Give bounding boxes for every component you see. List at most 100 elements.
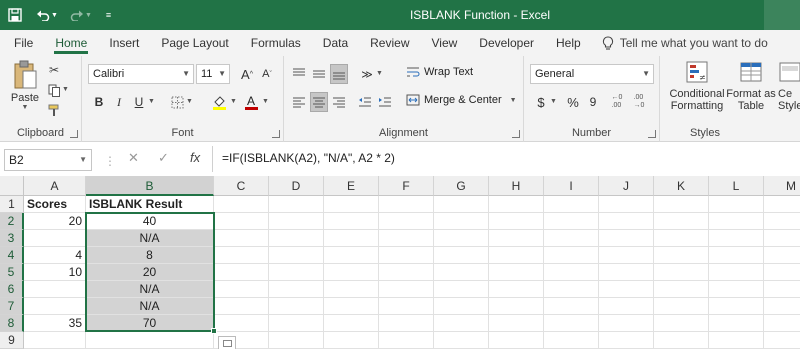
row-header-6[interactable]: 6 (0, 281, 24, 298)
column-header-j[interactable]: J (599, 176, 654, 196)
cell-a4[interactable]: 4 (24, 247, 86, 264)
font-launcher[interactable] (272, 130, 280, 138)
tab-developer[interactable]: Developer (468, 30, 545, 56)
cell-b3[interactable]: N/A (86, 230, 214, 247)
underline-dropdown-icon[interactable]: ▼ (148, 98, 155, 105)
align-middle-icon[interactable] (310, 64, 328, 84)
cell-b2[interactable]: 40 (86, 213, 214, 230)
column-header-d[interactable]: D (269, 176, 324, 196)
empty-grid-area[interactable] (214, 196, 800, 349)
name-box[interactable]: B2 ▼ (4, 149, 92, 171)
tab-data[interactable]: Data (312, 30, 359, 56)
column-header-a[interactable]: A (24, 176, 86, 196)
fill-handle[interactable] (211, 328, 217, 334)
currency-icon[interactable]: $ (532, 92, 550, 112)
row-header-4[interactable]: 4 (0, 247, 24, 264)
clipboard-launcher[interactable] (70, 130, 78, 138)
format-painter-icon[interactable] (46, 102, 62, 118)
tab-review[interactable]: Review (359, 30, 420, 56)
account-button[interactable] (764, 0, 800, 30)
number-launcher[interactable] (648, 130, 656, 138)
formula-input[interactable]: =IF(ISBLANK(A2), "N/A", A2 * 2) (222, 151, 395, 165)
insert-function-icon[interactable]: fx (190, 150, 200, 165)
cell-b6[interactable]: N/A (86, 281, 214, 298)
row-header-1[interactable]: 1 (0, 196, 24, 213)
paste-button[interactable]: Paste ▼ (8, 60, 42, 111)
column-header-l[interactable]: L (709, 176, 764, 196)
cell-b4[interactable]: 8 (86, 247, 214, 264)
borders-icon[interactable] (168, 92, 186, 112)
italic-icon[interactable]: I (110, 92, 128, 112)
font-size-select[interactable]: 11 ▼ (196, 64, 230, 84)
cell-a1[interactable]: Scores (24, 196, 86, 213)
cell-b5[interactable]: 20 (86, 264, 214, 281)
tab-home[interactable]: Home (44, 30, 98, 56)
row-header-8[interactable]: 8 (0, 315, 24, 332)
bold-icon[interactable]: B (90, 92, 108, 112)
cell-a2[interactable]: 20 (24, 213, 86, 230)
font-color-icon[interactable]: A (242, 92, 260, 112)
quick-analysis-icon[interactable] (218, 336, 236, 349)
decrease-decimal-icon[interactable]: .00 →0 (630, 92, 648, 112)
column-header-f[interactable]: F (379, 176, 434, 196)
increase-indent-icon[interactable] (376, 92, 394, 112)
column-header-i[interactable]: I (544, 176, 599, 196)
worksheet-grid[interactable]: A B C D E F G H I J K L M 1 2 3 4 5 6 7 … (0, 176, 800, 349)
tab-formulas[interactable]: Formulas (240, 30, 312, 56)
fill-color-icon[interactable] (210, 92, 228, 112)
increase-font-icon[interactable]: A ^ (238, 64, 256, 84)
cut-icon[interactable]: ✂ (46, 62, 62, 78)
merge-center-button[interactable]: Merge & Center ▼ (406, 94, 517, 106)
tab-file[interactable]: File (0, 30, 44, 56)
currency-dropdown-icon[interactable]: ▼ (550, 98, 557, 105)
align-right-icon[interactable] (330, 92, 348, 112)
number-format-select[interactable]: General ▼ (530, 64, 654, 84)
format-as-table-button[interactable]: Format as Table (726, 60, 776, 112)
cell-b1[interactable]: ISBLANK Result (86, 196, 214, 213)
orientation-dropdown-icon[interactable]: ▼ (376, 70, 383, 77)
number-format-dropdown-icon[interactable]: ▼ (642, 65, 650, 83)
copy-dropdown-icon[interactable]: ▼ (62, 86, 69, 93)
cell-a3[interactable] (24, 230, 86, 247)
column-header-e[interactable]: E (324, 176, 379, 196)
cell-b7[interactable]: N/A (86, 298, 214, 315)
fill-color-dropdown-icon[interactable]: ▼ (230, 98, 237, 105)
tab-insert[interactable]: Insert (98, 30, 150, 56)
row-header-9[interactable]: 9 (0, 332, 24, 349)
cell-a6[interactable] (24, 281, 86, 298)
column-header-g[interactable]: G (434, 176, 489, 196)
comma-style-icon[interactable]: 9 (584, 92, 602, 112)
cell-a9[interactable] (24, 332, 86, 349)
cell-a5[interactable]: 10 (24, 264, 86, 281)
conditional-formatting-button[interactable]: ≠ Conditional Formatting (666, 60, 728, 112)
formula-bar-splitter[interactable]: ⋮ (104, 154, 116, 168)
tab-view[interactable]: View (421, 30, 469, 56)
align-left-icon[interactable] (290, 92, 308, 112)
underline-icon[interactable]: U (130, 92, 148, 112)
row-header-3[interactable]: 3 (0, 230, 24, 247)
column-header-c[interactable]: C (214, 176, 269, 196)
cancel-icon[interactable]: ✕ (128, 150, 139, 166)
wrap-text-button[interactable]: Wrap Text (406, 66, 473, 78)
align-top-icon[interactable] (290, 64, 308, 84)
column-header-k[interactable]: K (654, 176, 709, 196)
column-header-b[interactable]: B (86, 176, 214, 196)
increase-decimal-icon[interactable]: ←0.00 (608, 92, 626, 112)
alignment-launcher[interactable] (512, 130, 520, 138)
column-header-m[interactable]: M (764, 176, 800, 196)
align-bottom-icon[interactable] (330, 64, 348, 84)
cell-a7[interactable] (24, 298, 86, 315)
column-header-h[interactable]: H (489, 176, 544, 196)
decrease-font-icon[interactable]: Aˇ (258, 64, 276, 84)
cell-styles-button[interactable]: Ce Style (778, 60, 800, 112)
cell-b9[interactable] (86, 332, 214, 349)
name-box-dropdown-icon[interactable]: ▼ (79, 150, 87, 170)
font-color-dropdown-icon[interactable]: ▼ (262, 98, 269, 105)
decrease-indent-icon[interactable] (356, 92, 374, 112)
tab-page-layout[interactable]: Page Layout (150, 30, 239, 56)
paste-dropdown-icon[interactable]: ▼ (22, 104, 29, 111)
select-all-corner[interactable] (0, 176, 24, 196)
font-name-select[interactable]: Calibri ▼ (88, 64, 194, 84)
tab-help[interactable]: Help (545, 30, 592, 56)
font-size-dropdown-icon[interactable]: ▼ (218, 65, 226, 83)
